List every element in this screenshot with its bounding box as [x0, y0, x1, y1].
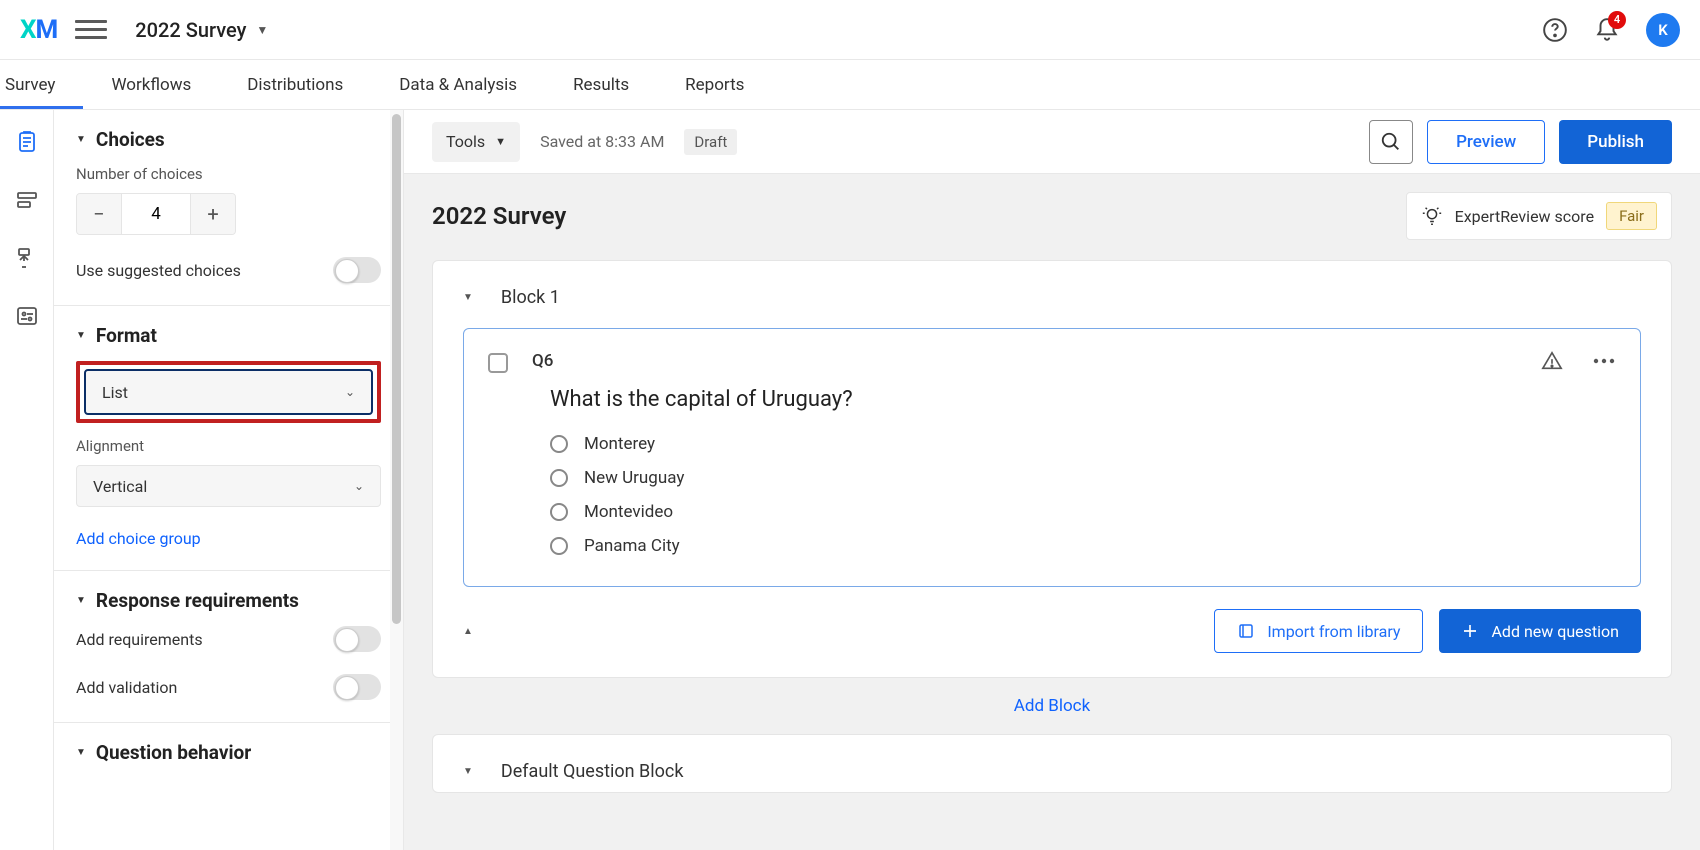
add-validation-label: Add validation: [76, 678, 177, 697]
search-button[interactable]: [1369, 120, 1413, 164]
number-of-choices-label: Number of choices: [76, 165, 381, 183]
add-requirements-toggle[interactable]: [333, 626, 381, 652]
avatar[interactable]: K: [1646, 13, 1680, 47]
more-icon[interactable]: [1592, 349, 1616, 373]
radio-icon[interactable]: [550, 435, 568, 453]
section-choices-header[interactable]: ▼ Choices: [76, 128, 381, 151]
choice-option[interactable]: Montevideo: [550, 502, 1612, 522]
notification-badge: 4: [1608, 11, 1626, 29]
chevron-down-icon: ⌄: [354, 479, 364, 493]
caret-down-icon: ▼: [76, 747, 86, 758]
flow-icon[interactable]: [13, 186, 41, 214]
publish-button[interactable]: Publish: [1559, 120, 1672, 164]
add-choice-group-link[interactable]: Add choice group: [76, 529, 201, 548]
question-card[interactable]: Q6 What is the capital of Uruguay? Monte…: [463, 328, 1641, 587]
tools-dropdown[interactable]: Tools ▼: [432, 122, 520, 162]
increment-button[interactable]: +: [191, 194, 235, 234]
choices-stepper: − 4 +: [76, 193, 236, 235]
choice-option[interactable]: Monterey: [550, 434, 1612, 454]
menu-icon[interactable]: [75, 14, 107, 46]
preview-button[interactable]: Preview: [1427, 120, 1545, 164]
logo[interactable]: XM: [20, 15, 57, 45]
add-question-button[interactable]: Add new question: [1439, 609, 1641, 653]
tab-survey[interactable]: Survey: [0, 60, 83, 109]
look-feel-icon[interactable]: [13, 244, 41, 272]
radio-icon[interactable]: [550, 537, 568, 555]
expert-review-box[interactable]: ExpertReview score Fair: [1406, 192, 1672, 240]
warning-icon[interactable]: [1540, 349, 1564, 373]
block-name[interactable]: Block 1: [501, 287, 560, 308]
tab-workflows[interactable]: Workflows: [83, 60, 219, 109]
add-validation-toggle[interactable]: [333, 674, 381, 700]
help-icon[interactable]: [1542, 17, 1568, 43]
section-format-header[interactable]: ▼ Format: [76, 324, 381, 347]
notifications-icon[interactable]: 4: [1594, 17, 1620, 43]
options-icon[interactable]: [13, 302, 41, 330]
collapse-block-icon[interactable]: ▼: [463, 766, 473, 777]
builder-icon[interactable]: [13, 128, 41, 156]
question-text[interactable]: What is the capital of Uruguay?: [550, 387, 1612, 412]
chevron-down-icon: ▼: [256, 23, 268, 37]
lightbulb-icon: [1421, 205, 1443, 227]
suggested-choices-toggle[interactable]: [333, 257, 381, 283]
chevron-down-icon: ▼: [495, 135, 506, 148]
choices-count[interactable]: 4: [121, 194, 191, 234]
block-card: ▼ Default Question Block: [432, 734, 1672, 793]
caret-down-icon: ▼: [76, 330, 86, 341]
left-rail: [0, 110, 54, 850]
tab-results[interactable]: Results: [545, 60, 657, 109]
section-response-header[interactable]: ▼ Response requirements: [76, 589, 381, 612]
canvas: Tools ▼ Saved at 8:33 AM Draft Preview P…: [404, 110, 1700, 850]
saved-status: Saved at 8:33 AM: [540, 132, 664, 151]
section-behavior-header[interactable]: ▼ Question behavior: [76, 741, 381, 764]
chevron-down-icon: ⌄: [345, 385, 355, 399]
decrement-button[interactable]: −: [77, 194, 121, 234]
block-name[interactable]: Default Question Block: [501, 761, 684, 782]
suggested-choices-label: Use suggested choices: [76, 261, 241, 280]
draft-badge: Draft: [684, 129, 737, 155]
alignment-label: Alignment: [76, 437, 381, 455]
format-select[interactable]: List ⌄: [84, 369, 373, 415]
caret-down-icon: ▼: [76, 134, 86, 145]
import-library-button[interactable]: Import from library: [1214, 609, 1423, 653]
radio-icon[interactable]: [550, 503, 568, 521]
question-checkbox[interactable]: [488, 353, 508, 373]
block-card: ▼ Block 1 Q6: [432, 260, 1672, 678]
expert-score-badge: Fair: [1606, 202, 1657, 230]
choice-option[interactable]: New Uruguay: [550, 468, 1612, 488]
question-id: Q6: [532, 351, 553, 371]
format-highlight: List ⌄: [76, 361, 381, 423]
side-scrollbar[interactable]: [390, 110, 403, 850]
side-panel: ▼ Choices Number of choices − 4 + Use su…: [54, 110, 404, 850]
project-dropdown[interactable]: 2022 Survey ▼: [135, 18, 268, 42]
alignment-select[interactable]: Vertical ⌄: [76, 465, 381, 507]
collapse-up-icon[interactable]: ▲: [463, 626, 473, 637]
caret-down-icon: ▼: [76, 595, 86, 606]
add-block-link[interactable]: Add Block: [432, 696, 1672, 716]
add-requirements-label: Add requirements: [76, 630, 203, 649]
project-name: 2022 Survey: [135, 18, 246, 42]
library-icon: [1237, 622, 1255, 640]
radio-icon[interactable]: [550, 469, 568, 487]
tab-reports[interactable]: Reports: [657, 60, 772, 109]
tab-data-analysis[interactable]: Data & Analysis: [371, 60, 545, 109]
choice-option[interactable]: Panama City: [550, 536, 1612, 556]
survey-title: 2022 Survey: [432, 202, 566, 230]
collapse-block-icon[interactable]: ▼: [463, 292, 473, 303]
plus-icon: [1461, 622, 1479, 640]
tab-distributions[interactable]: Distributions: [219, 60, 371, 109]
main-tabs: Survey Workflows Distributions Data & An…: [0, 60, 1700, 110]
